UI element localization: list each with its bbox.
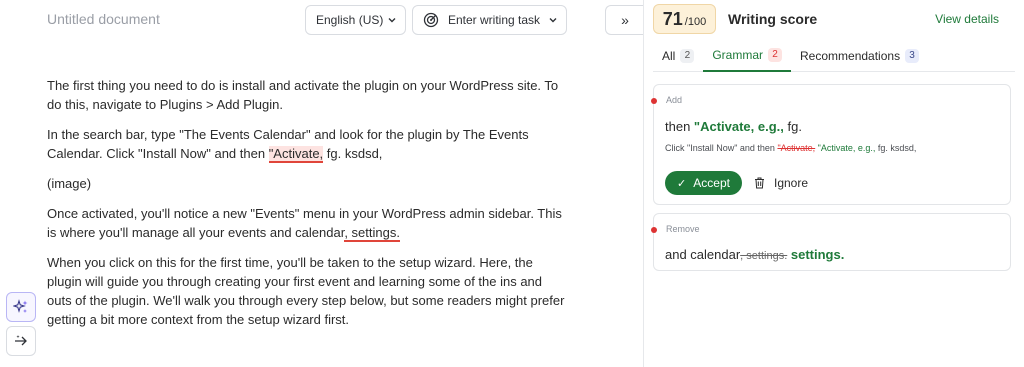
suggestion-text: and calendar [665, 247, 741, 262]
language-select[interactable]: English (US) [305, 5, 406, 35]
suggested-insertion: "Activate, e.g., [693, 119, 784, 134]
context-text: Click "Install Now" and then [665, 143, 778, 153]
suggestion-kind: Remove [666, 224, 700, 234]
check-icon: ✓ [677, 177, 687, 190]
paragraph-text: fg. ksdsd, [323, 146, 383, 161]
tab-count-badge: 2 [680, 49, 695, 63]
error-dot-icon [651, 227, 657, 233]
suggestion-main-text: then "Activate, e.g., fg. [665, 119, 802, 134]
paragraph: Once activated, you'll notice a new "Eve… [47, 204, 567, 242]
suggested-removal: , settings. [740, 250, 788, 262]
suggestion-card-add[interactable]: Add then "Activate, e.g., fg. Click "Ins… [651, 84, 1011, 205]
writing-score-value: 71 [662, 9, 683, 29]
chevron-down-icon [388, 18, 396, 23]
chevron-down-icon [549, 18, 557, 23]
accept-label: Accept [693, 176, 730, 190]
ignore-button[interactable]: Ignore [754, 171, 808, 195]
tab-recommendations[interactable]: Recommendations 3 [791, 40, 928, 72]
writing-task-select[interactable]: Enter writing task [412, 5, 567, 35]
error-dot-icon [651, 98, 657, 104]
writing-score-label: Writing score [728, 11, 818, 27]
paragraph: When you click on this for the first tim… [47, 255, 565, 327]
tab-label: Recommendations [800, 49, 901, 63]
suggestion-text: then [665, 119, 694, 134]
ai-assist-button[interactable] [6, 292, 36, 322]
context-text: fg. ksdsd, [875, 143, 917, 153]
suggestion-text: fg. [783, 119, 802, 134]
double-chevron-right-icon: » [621, 12, 629, 28]
tab-all[interactable]: All 2 [653, 40, 703, 72]
flagged-text-activate[interactable]: "Activate, [268, 146, 324, 163]
arrow-right-icon [15, 335, 27, 346]
view-details-link[interactable]: View details [935, 12, 999, 26]
writing-assistant-panel: 71 /100 Writing score View details All 2… [644, 0, 1024, 367]
writing-score-badge: 71 /100 [653, 4, 716, 34]
document-title[interactable]: Untitled document [47, 11, 160, 27]
continue-writing-button[interactable] [6, 326, 36, 356]
target-icon [423, 12, 439, 28]
editor-pane: Untitled document English (US) Enter wri… [0, 0, 644, 367]
paragraph: In the search bar, type "The Events Cale… [47, 125, 567, 163]
document-body[interactable]: The first thing you need to do is instal… [47, 76, 567, 340]
tab-label: All [662, 49, 676, 63]
tab-grammar[interactable]: Grammar 2 [703, 40, 792, 72]
suggestion-kind: Add [666, 95, 683, 105]
collapse-panel-button[interactable]: » [605, 5, 644, 35]
accept-button[interactable]: ✓ Accept [665, 171, 742, 195]
suggestion-card-remove[interactable]: Remove and calendar, settings. settings. [651, 213, 1011, 271]
tab-count-badge: 2 [768, 48, 783, 62]
language-select-value: English (US) [316, 13, 384, 27]
sparkle-icon [13, 299, 28, 313]
writing-task-placeholder: Enter writing task [448, 13, 541, 27]
ignore-label: Ignore [774, 176, 809, 190]
suggestion-tabs: All 2 Grammar 2 Recommendations 3 [653, 40, 1015, 72]
paragraph: The first thing you need to do is instal… [47, 78, 559, 112]
suggested-replacement: settings. [787, 247, 845, 262]
suggestion-main-text: and calendar, settings. settings. [665, 247, 844, 262]
writing-score-max: /100 [684, 16, 707, 28]
paragraph: (image) [47, 176, 92, 191]
trash-icon [755, 177, 764, 189]
tab-count-badge: 3 [905, 49, 920, 63]
paragraph-text: Once activated, you'll notice a new "Eve… [47, 206, 562, 240]
flagged-text-settings[interactable]: , settings. [344, 225, 400, 242]
tab-label: Grammar [712, 48, 764, 62]
suggestion-context: Click "Install Now" and then "Activate, … [665, 143, 916, 153]
context-removed-text: "Activate, [777, 143, 816, 153]
side-toolbar [6, 292, 36, 360]
context-added-text: "Activate, e.g., [815, 143, 876, 153]
